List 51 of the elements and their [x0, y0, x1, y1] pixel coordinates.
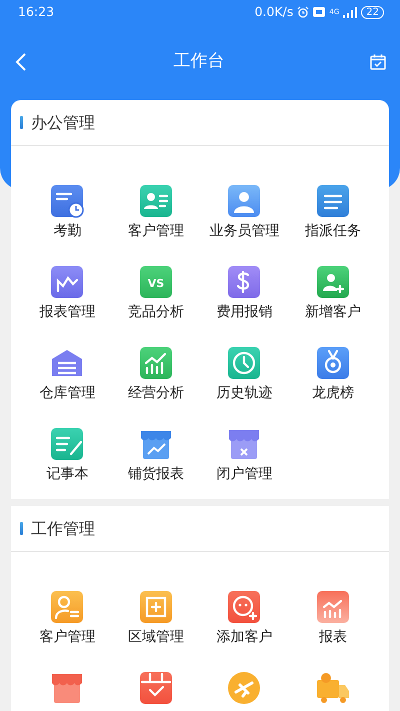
network-speed: 0.0K/s	[254, 2, 294, 21]
accent-bar	[20, 116, 23, 129]
truck-icon	[314, 670, 351, 706]
clock-icon	[226, 345, 262, 381]
menu-item[interactable]: 闭户管理	[200, 426, 288, 484]
bar-chart-icon	[138, 345, 174, 381]
notepad-pencil-icon	[49, 426, 86, 462]
person-plus-icon	[314, 264, 351, 300]
back-icon[interactable]	[14, 52, 28, 72]
accent-bar	[20, 522, 23, 535]
hd-icon	[313, 7, 326, 17]
menu-item[interactable]: 仓库管理	[23, 345, 112, 403]
menu-item[interactable]: 区域管理	[112, 589, 200, 647]
card-icon: VS	[138, 264, 174, 300]
menu-item[interactable]: 考勤	[23, 183, 112, 241]
menu-item[interactable]: 报表	[288, 589, 377, 647]
menu-item[interactable]: 记事本	[23, 426, 112, 484]
menu-item[interactable]: 客户管理	[112, 183, 200, 241]
menu-item[interactable]: 历史轨迹	[200, 345, 288, 403]
square-plus-icon	[138, 589, 174, 625]
section-title: 工作管理	[31, 518, 95, 540]
person-list-icon	[49, 589, 86, 625]
stacked-list-icon	[314, 183, 351, 219]
calendar-check-icon[interactable]	[370, 54, 386, 70]
contact-card-icon	[138, 183, 174, 219]
menu-item[interactable]: 新增客户	[288, 264, 377, 322]
menu-item[interactable]: 龙虎榜	[288, 345, 377, 403]
menu-item[interactable]: 报表管理	[23, 264, 112, 322]
menu-item[interactable]: 指派任务	[288, 183, 377, 241]
person-icon	[226, 183, 262, 219]
document-clock-icon	[49, 183, 86, 219]
medal-icon	[314, 345, 351, 381]
alarm-icon	[297, 6, 310, 18]
menu-item[interactable]: 客户管理	[23, 589, 112, 647]
chart-icon	[314, 589, 351, 625]
page-title: 工作台	[174, 50, 224, 74]
menu-item[interactable]: 铺货报表	[112, 426, 200, 484]
menu-item[interactable]: VS 竞品分析	[112, 264, 200, 322]
dollar-icon	[226, 264, 262, 300]
status-time: 16:23	[18, 2, 54, 21]
line-chart-icon	[49, 264, 86, 300]
menu-item[interactable]: 经营分析	[112, 345, 200, 403]
battery-indicator: 22	[361, 6, 384, 18]
plane-icon	[226, 670, 262, 706]
calendar-check-icon	[138, 670, 174, 706]
section-title: 办公管理	[31, 112, 95, 134]
menu-item[interactable]: 业务员管理	[200, 183, 288, 241]
menu-item[interactable]: 费用报销	[200, 264, 288, 322]
menu-item[interactable]: 添加客户	[200, 589, 288, 647]
signal-icon	[343, 6, 358, 18]
smiley-plus-icon	[226, 589, 262, 625]
